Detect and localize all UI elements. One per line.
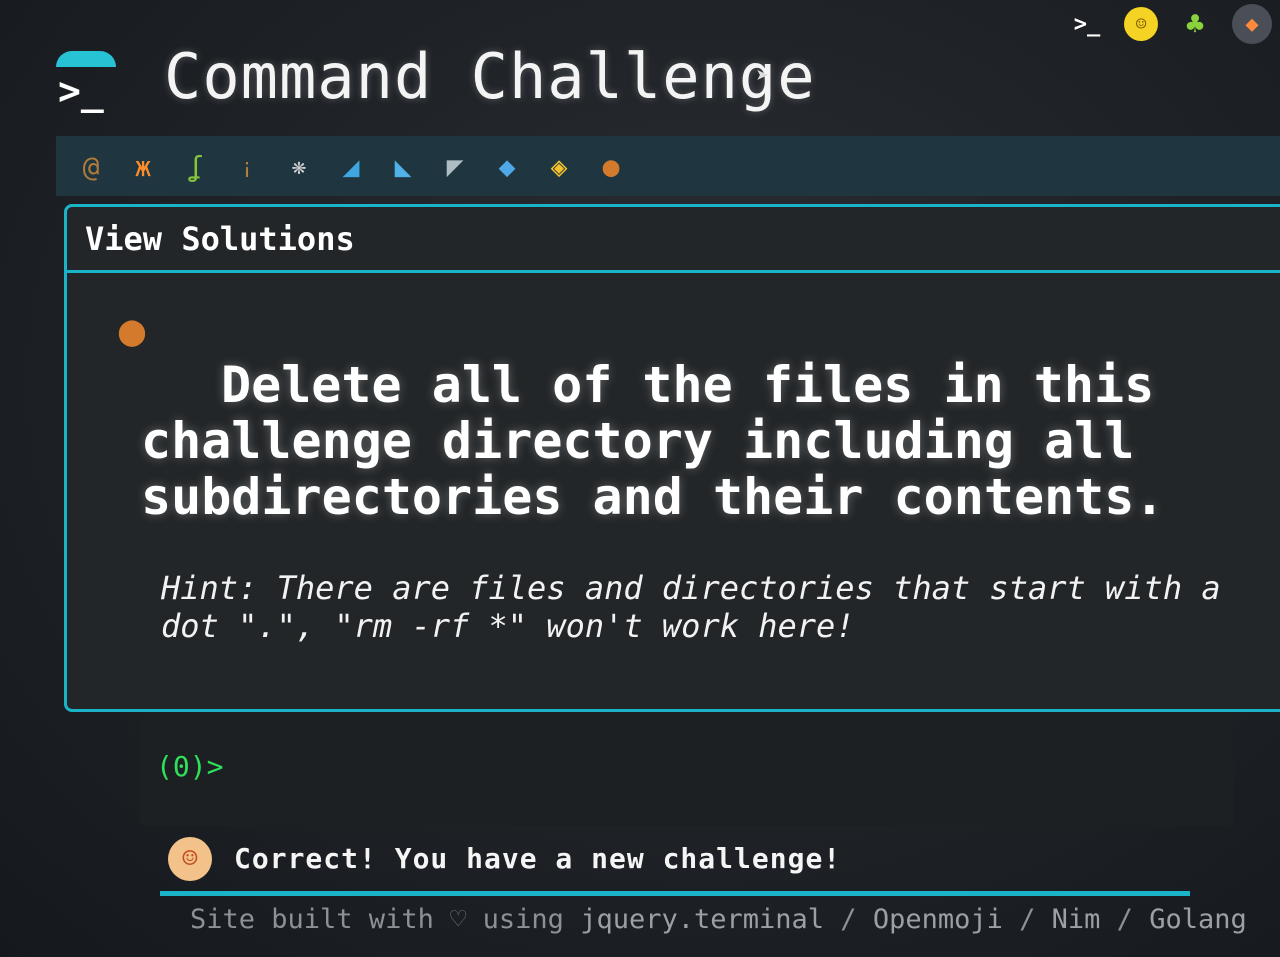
shark-icon[interactable]: ◤ xyxy=(434,145,476,187)
challenge-hint: Hint: There are files and directories th… xyxy=(161,569,1221,645)
page-header: >_ Command Challenge xyxy=(56,40,816,113)
butterfly-icon[interactable]: ж xyxy=(122,145,164,187)
terminal-prompt-icon: >_ xyxy=(58,68,104,113)
screen: >_ ☺ ♣ ◆ >_ Command Challenge ➤ @ ж ʆ ¡ … xyxy=(0,0,1280,957)
blowfish-icon: ● xyxy=(118,304,146,356)
dolphin-icon[interactable]: ◣ xyxy=(382,145,424,187)
footer-link-openmoji[interactable]: Openmoji xyxy=(873,904,1003,935)
solutions-panel: View Solutions × ● Delete all of the fil… xyxy=(64,204,1280,712)
app-logo: >_ xyxy=(56,43,118,111)
spider-web-icon[interactable]: ❋ xyxy=(278,145,320,187)
blowfish-icon[interactable]: ● xyxy=(590,145,632,187)
site-footer: Site built with ♡ using jquery.terminal … xyxy=(190,904,1250,935)
footer-link-golang[interactable]: Golang xyxy=(1149,904,1247,935)
mouse-cursor-icon: ➤ xyxy=(756,64,770,89)
level-progress-bar: @ ж ʆ ¡ ❋ ◢ ◣ ◤ ◆ ◈ ● xyxy=(56,136,1280,196)
fish-icon[interactable]: ◆ xyxy=(486,145,528,187)
view-solutions-title[interactable]: View Solutions xyxy=(85,220,355,258)
footer-separator: / xyxy=(1100,904,1150,935)
person-avatar-icon: ☺ xyxy=(168,836,212,881)
footer-separator: / xyxy=(1002,904,1052,935)
panel-header[interactable]: View Solutions xyxy=(67,207,1280,273)
tree-icon[interactable]: ♣ xyxy=(1176,5,1214,43)
top-toolbar: >_ ☺ ♣ ◆ xyxy=(1068,0,1280,44)
snail-icon[interactable]: @ xyxy=(70,145,112,187)
challenge-description: Delete all of the files in this challeng… xyxy=(141,356,1165,526)
worm-icon[interactable]: ʆ xyxy=(174,145,216,187)
footer-middle: using xyxy=(482,904,564,935)
status-message: Correct! You have a new challenge! xyxy=(234,842,842,875)
status-message-row: ☺ Correct! You have a new challenge! xyxy=(160,826,1190,896)
tropical-fish-icon[interactable]: ◈ xyxy=(538,145,580,187)
page-title: Command Challenge xyxy=(164,40,816,113)
footer-link-nim[interactable]: Nim xyxy=(1052,904,1101,935)
logo-cap xyxy=(56,50,116,67)
heart-icon: ♡ xyxy=(450,904,467,935)
ant-icon[interactable]: ¡ xyxy=(226,145,268,187)
terminal-input-area[interactable]: (0)> xyxy=(140,712,1234,826)
fox-icon[interactable]: ◆ xyxy=(1232,4,1272,44)
footer-link-jquery-terminal[interactable]: jquery.terminal xyxy=(580,904,824,935)
terminal-icon[interactable]: >_ xyxy=(1068,5,1106,43)
footer-prefix: Site built with xyxy=(190,904,434,935)
terminal-prompt[interactable]: (0)> xyxy=(156,750,223,783)
footer-separator: / xyxy=(824,904,873,935)
shushing-face-icon[interactable]: ☺ xyxy=(1124,7,1158,41)
whale-icon[interactable]: ◢ xyxy=(330,145,372,187)
